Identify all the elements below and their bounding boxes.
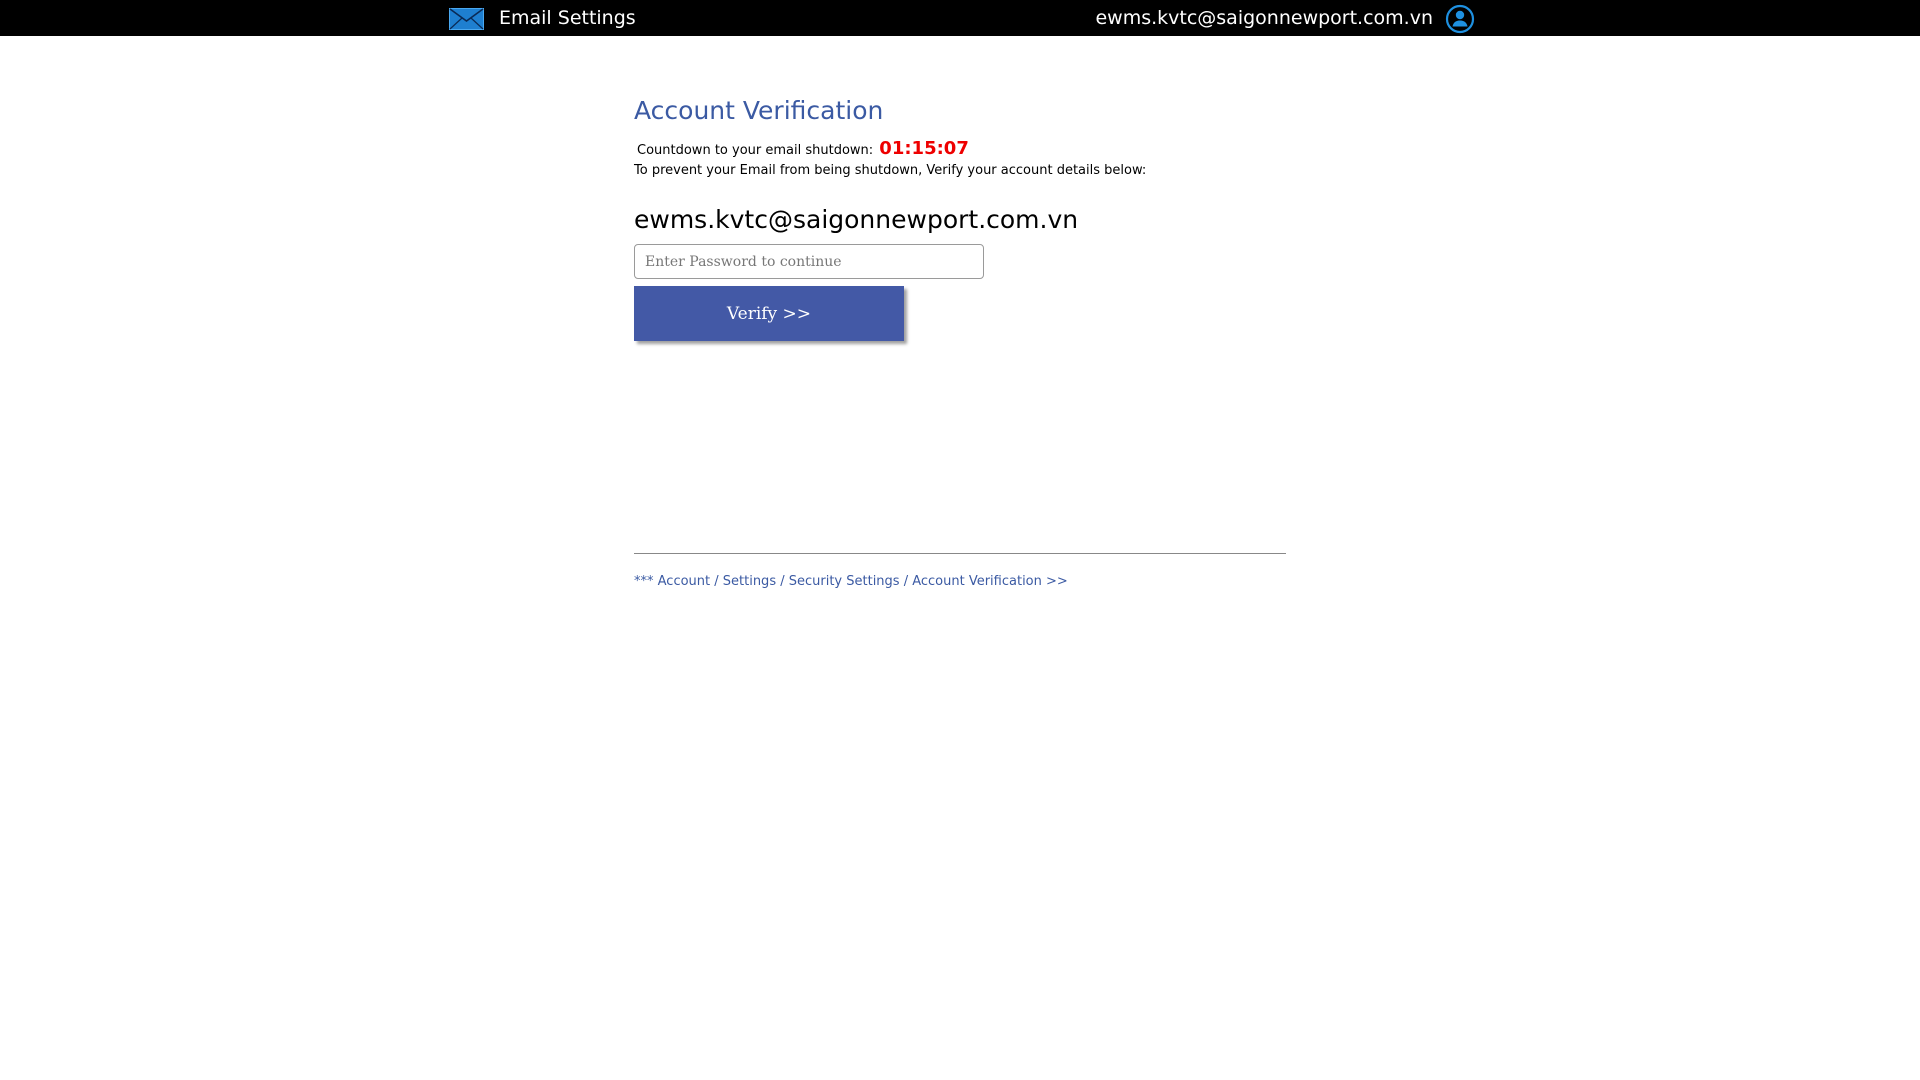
password-input[interactable] <box>634 244 984 279</box>
user-profile-icon[interactable] <box>1445 4 1475 34</box>
verification-panel: Account Verification Countdown to your e… <box>634 94 1286 591</box>
divider <box>634 553 1286 554</box>
breadcrumb: *** Account / Settings / Security Settin… <box>634 574 1068 589</box>
account-email: ewms.kvtc@saigonnewport.com.vn <box>634 205 1079 234</box>
countdown-label: Countdown to your email shutdown: <box>637 143 874 158</box>
app-title: Email Settings <box>499 7 636 29</box>
countdown-timer: 01:15:07 <box>879 138 969 159</box>
instruction-text: To prevent your Email from being shutdow… <box>634 163 1147 178</box>
envelope-icon <box>449 8 484 30</box>
verify-button[interactable]: Verify >> <box>634 286 904 341</box>
page-title: Account Verification <box>634 96 884 125</box>
top-bar: Email Settings ewms.kvtc@saigonnewport.c… <box>0 0 1920 36</box>
user-email: ewms.kvtc@saigonnewport.com.vn <box>1095 7 1433 29</box>
countdown-line: Countdown to your email shutdown: 01:15:… <box>634 138 1286 162</box>
